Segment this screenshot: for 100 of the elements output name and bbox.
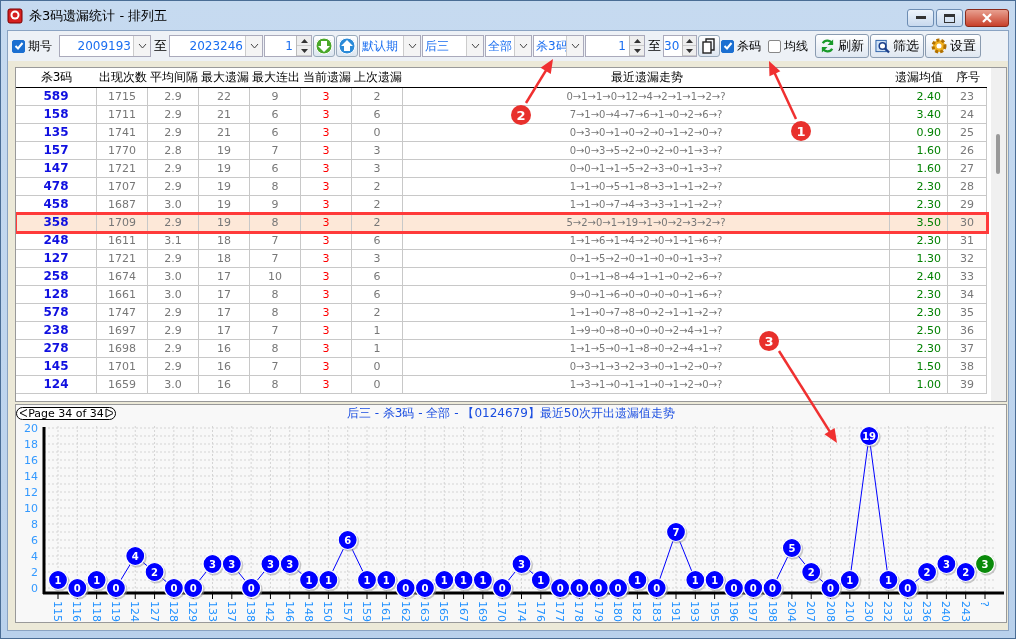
dropdown[interactable]: 默认期: [359, 35, 421, 57]
caret-icon: [570, 43, 580, 49]
checkbox[interactable]: 杀码: [721, 37, 767, 55]
x-tick-label: 119: [108, 601, 122, 622]
refresh-button[interactable]: 刷新: [815, 34, 869, 58]
table-cell: 3: [301, 214, 352, 232]
column-header[interactable]: 杀3码: [16, 68, 97, 87]
checkbox[interactable]: 期号: [12, 37, 58, 55]
column-header[interactable]: 最大遗漏: [199, 68, 250, 87]
previous-page-icon[interactable]: [19, 408, 28, 418]
table-cell: 3.0: [148, 376, 199, 394]
data-label: 1: [363, 575, 371, 586]
maximize-button[interactable]: [936, 9, 963, 27]
data-point: 3: [974, 553, 997, 576]
spinner-field[interactable]: 1: [585, 35, 645, 57]
table-row[interactable]: 127 1721 2.9 18 7 3 3 0→1→5→2→0→1→0→0→1→3→? 1.30 32: [16, 250, 987, 268]
app-icon: [7, 7, 23, 24]
dropdown[interactable]: 2023246: [169, 35, 263, 57]
table-row[interactable]: 578 1747 2.9 17 8 3 2 1→1→0→7→8→0→2→1→1→2→? 2.30 35: [16, 304, 987, 322]
data-point: 0: [550, 577, 572, 600]
spinner-field[interactable]: 30: [663, 35, 697, 57]
data-point: 1: [434, 569, 456, 592]
column-header[interactable]: 遗漏均值: [890, 68, 948, 87]
spinner-field[interactable]: 1: [264, 35, 312, 57]
x-tick-label: 210: [842, 601, 856, 622]
x-tick-label: 128: [166, 601, 180, 622]
spin-up-icon[interactable]: [686, 38, 694, 43]
arrow-button[interactable]: [336, 35, 358, 57]
data-point: 1: [704, 569, 727, 592]
arrow-button[interactable]: [313, 35, 335, 57]
column-header[interactable]: 出现次数: [97, 68, 148, 87]
data-point: 1: [318, 569, 340, 592]
x-tick-label: ?: [978, 601, 991, 607]
spin-down-icon[interactable]: [300, 48, 308, 53]
y-tick-label: 18: [24, 438, 38, 451]
table-cell: 39: [948, 376, 987, 394]
caret-icon: [470, 43, 480, 49]
filter-button[interactable]: 筛选: [870, 34, 924, 58]
x-tick-label: 243: [958, 601, 972, 622]
window-title: 杀3码遗漏统计 - 排列五: [29, 6, 169, 25]
x-tick-label: 124: [128, 601, 142, 622]
table-row[interactable]: 145 1701 2.9 16 7 3 0 0→3→1→3→2→3→0→1→2→0→? 1.50 38: [16, 358, 987, 376]
table-row[interactable]: 147 1721 2.9 19 6 3 3 0→0→1→1→5→2→3→0→1→3→? 1.60 27: [16, 160, 987, 178]
column-header[interactable]: 平均间隔: [148, 68, 199, 87]
x-tick-label: 127: [147, 601, 161, 622]
column-header[interactable]: 序号: [948, 68, 987, 87]
next-page-icon[interactable]: [104, 408, 113, 418]
y-tick-label: 12: [24, 486, 38, 499]
page-navigator[interactable]: Page 34 of 34: [16, 406, 116, 420]
table-row[interactable]: 478 1707 2.9 19 8 3 2 1→1→0→5→1→8→3→1→1→2→? 2.30 28: [16, 178, 987, 196]
data-point: 2: [916, 561, 939, 584]
refresh-icon: [820, 38, 835, 54]
dropdown[interactable]: 后三: [422, 35, 484, 57]
spin-up-icon[interactable]: [300, 38, 308, 43]
gear-icon: [930, 38, 947, 54]
callout-badge: 2: [511, 105, 531, 125]
data-point: 1: [627, 569, 649, 592]
data-label: 1: [479, 575, 487, 586]
x-tick-label: 230: [862, 601, 876, 622]
close-button[interactable]: [965, 9, 1009, 27]
settings-button[interactable]: 设置: [925, 34, 981, 58]
table-row[interactable]: 128 1661 3.0 17 8 3 6 9→0→1→6→0→0→0→0→1→6→? 2.30 34: [16, 286, 987, 304]
spin-down-icon[interactable]: [633, 48, 641, 53]
copy-button[interactable]: [698, 35, 720, 57]
table-row[interactable]: 589 1715 2.9 22 9 3 2 0→1→1→0→12→4→2→1→1→2→? 2.40 23: [16, 88, 987, 106]
minimize-button[interactable]: [907, 9, 934, 27]
data-point: 1: [47, 569, 70, 592]
data-point: 0: [569, 577, 591, 600]
table-row[interactable]: 358 1709 2.9 19 8 3 2 5→2→0→1→19→1→0→2→3→2→? 3.50 30: [16, 214, 987, 232]
checkmark-icon: [13, 41, 24, 51]
data-label: 1: [884, 575, 892, 586]
table-row[interactable]: 157 1770 2.8 19 7 3 3 0→0→3→5→2→0→2→0→1→3→? 1.60 26: [16, 142, 987, 160]
range-label: 至: [646, 37, 662, 55]
data-point: 1: [530, 569, 553, 592]
scrollbar[interactable]: [991, 68, 1006, 401]
data-point: 1: [839, 569, 862, 592]
data-label: 0: [827, 583, 835, 594]
x-tick-label: 170: [495, 601, 509, 622]
column-header[interactable]: 最大连出: [250, 68, 301, 87]
spin-down-icon[interactable]: [686, 48, 694, 53]
x-tick-label: 146: [282, 601, 296, 622]
maximize-icon: [944, 13, 955, 23]
data-point: 5: [781, 537, 804, 560]
spin-up-icon[interactable]: [633, 38, 641, 43]
column-header[interactable]: 当前遗漏: [301, 68, 352, 87]
data-label: 0: [498, 583, 506, 594]
column-header[interactable]: 最近遗漏走势: [403, 68, 890, 87]
data-point: 3: [202, 553, 224, 576]
data-label: 1: [93, 575, 101, 586]
callout-badge: 1: [791, 121, 811, 141]
dropdown[interactable]: 2009193: [59, 35, 151, 57]
column-header[interactable]: 上次遗漏: [352, 68, 403, 87]
checkbox[interactable]: 均线: [768, 37, 814, 55]
dropdown[interactable]: 全部: [485, 35, 532, 57]
data-point: 0: [241, 577, 263, 600]
data-point: 19: [859, 425, 881, 448]
data-label: 0: [247, 583, 255, 594]
table-row[interactable]: 258 1674 3.0 17 10 3 6 0→1→1→8→4→1→1→0→2→6→? 2.40 33: [16, 268, 987, 286]
table-row[interactable]: 124 1659 3.0 16 8 3 0 1→3→1→0→1→1→0→1→2→0→? 1.00 39: [16, 376, 987, 394]
y-tick-label: 2: [31, 566, 38, 579]
